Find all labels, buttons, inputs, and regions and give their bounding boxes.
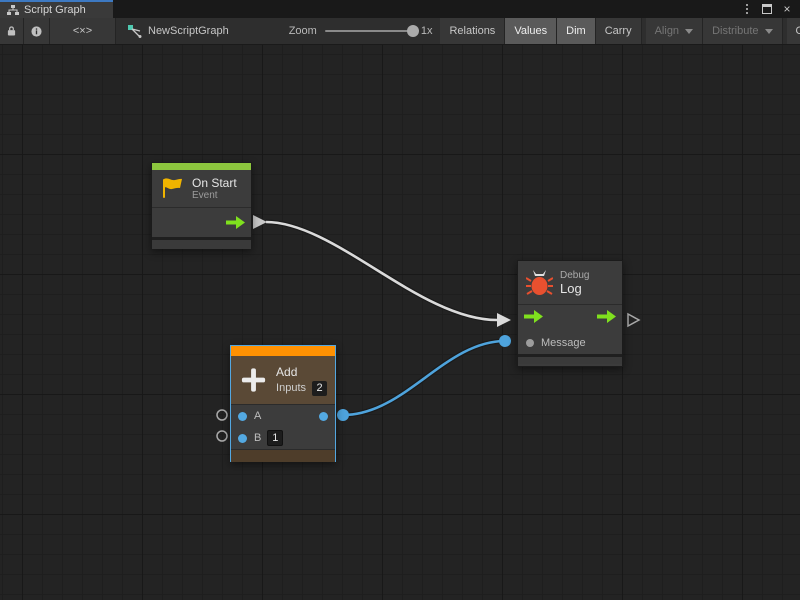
onstart-exit-port-triangle[interactable] xyxy=(253,215,267,229)
carry-button[interactable]: Carry xyxy=(596,18,642,44)
flag-icon xyxy=(160,176,185,201)
node-subtitle: Event xyxy=(192,190,237,202)
input-b-value-field[interactable]: 1 xyxy=(267,430,283,446)
plus-icon xyxy=(239,365,268,395)
node-footer xyxy=(518,354,622,364)
input-a-port[interactable] xyxy=(238,412,247,421)
green-arrow-icon xyxy=(524,310,543,323)
lock-icon[interactable] xyxy=(0,18,24,44)
log-enter-wire-arrowhead xyxy=(497,313,511,327)
input-b-port[interactable] xyxy=(238,434,247,443)
node-title: Add xyxy=(276,365,327,379)
message-input-port[interactable] xyxy=(526,339,534,347)
dim-button[interactable]: Dim xyxy=(557,18,596,44)
embed-code-icon[interactable]: <×> xyxy=(50,18,116,44)
graph-name: NewScriptGraph xyxy=(148,25,229,37)
close-icon[interactable]: × xyxy=(779,1,795,17)
node-footer xyxy=(152,237,251,249)
node-on-start[interactable]: On Start Event xyxy=(151,162,252,249)
graph-asset-reference[interactable]: NewScriptGraph xyxy=(116,18,241,44)
message-row: Message xyxy=(518,332,622,354)
on-start-trigger-row xyxy=(152,207,251,237)
log-message-wire-endpoint[interactable] xyxy=(499,335,511,347)
add-header: Add Inputs 2 xyxy=(231,356,335,404)
green-arrow-icon xyxy=(226,216,245,229)
zoom-value: 1x xyxy=(421,25,433,37)
maximize-icon[interactable] xyxy=(759,1,775,17)
unity-visual-scripting-window: { "window": { "tab_title": "Script Graph… xyxy=(0,0,800,600)
node-title: On Start xyxy=(192,176,237,190)
chevron-down-icon xyxy=(685,29,693,34)
log-exit-external-port[interactable] xyxy=(628,314,639,326)
trigger-output-port[interactable] xyxy=(597,310,616,328)
inputs-count-box[interactable]: 2 xyxy=(312,381,327,396)
overview-button[interactable]: Overview xyxy=(787,18,800,44)
embed-code-label: <×> xyxy=(73,25,92,37)
graph-toolbar: <×> NewScriptGraph Zoom 1x Relations Val… xyxy=(0,18,800,45)
wire-value-add-to-message[interactable] xyxy=(343,341,505,415)
log-trigger-row xyxy=(518,304,622,332)
trigger-input-port[interactable] xyxy=(524,310,543,328)
add-input-b-external-port[interactable] xyxy=(217,431,227,441)
window-controls: × xyxy=(739,0,800,18)
sum-output-port[interactable] xyxy=(319,412,328,421)
relations-button[interactable]: Relations xyxy=(440,18,505,44)
node-footer xyxy=(231,449,335,462)
node-add[interactable]: Add Inputs 2 A B 1 xyxy=(230,345,336,462)
title-bar: Script Graph × xyxy=(0,0,800,18)
node-kicker: Debug xyxy=(560,270,589,282)
node-accent-strip xyxy=(152,163,251,170)
green-arrow-icon xyxy=(597,310,616,323)
info-icon[interactable] xyxy=(24,18,50,44)
trigger-output-port[interactable] xyxy=(226,216,245,229)
add-sum-wire-endpoint[interactable] xyxy=(337,409,349,421)
zoom-slider-handle[interactable] xyxy=(407,25,419,37)
window-menu-icon[interactable] xyxy=(739,1,755,17)
script-graph-asset-icon xyxy=(128,25,142,38)
node-accent-strip xyxy=(231,346,335,356)
chevron-down-icon xyxy=(765,29,773,34)
align-dropdown[interactable]: Align xyxy=(646,18,703,44)
zoom-label: Zoom xyxy=(289,25,317,37)
port-row-b: B 1 xyxy=(231,427,335,449)
zoom-slider[interactable] xyxy=(325,30,413,32)
node-title: Log xyxy=(560,282,589,296)
graph-hierarchy-icon xyxy=(7,5,19,16)
wire-control-onstart-to-log[interactable] xyxy=(266,222,497,320)
node-debug-log[interactable]: Debug Log Message xyxy=(517,260,623,367)
tab-script-graph[interactable]: Script Graph xyxy=(0,0,113,18)
inputs-label: Inputs xyxy=(276,382,306,394)
on-start-header: On Start Event xyxy=(152,170,251,207)
add-input-a-external-port[interactable] xyxy=(217,410,227,420)
debug-log-header: Debug Log xyxy=(518,261,622,304)
port-row-a: A xyxy=(231,405,335,427)
port-label-b: B xyxy=(254,432,261,444)
tab-title: Script Graph xyxy=(24,4,86,16)
add-body: A B 1 xyxy=(231,404,335,449)
values-button[interactable]: Values xyxy=(505,18,557,44)
distribute-dropdown[interactable]: Distribute xyxy=(703,18,782,44)
graph-canvas[interactable]: On Start Event Add Inputs xyxy=(0,45,800,600)
zoom-control: Zoom 1x xyxy=(289,18,441,44)
message-label: Message xyxy=(541,337,586,349)
port-label-a: A xyxy=(254,410,261,422)
wire-overlay xyxy=(0,45,800,600)
bug-icon xyxy=(526,268,553,298)
